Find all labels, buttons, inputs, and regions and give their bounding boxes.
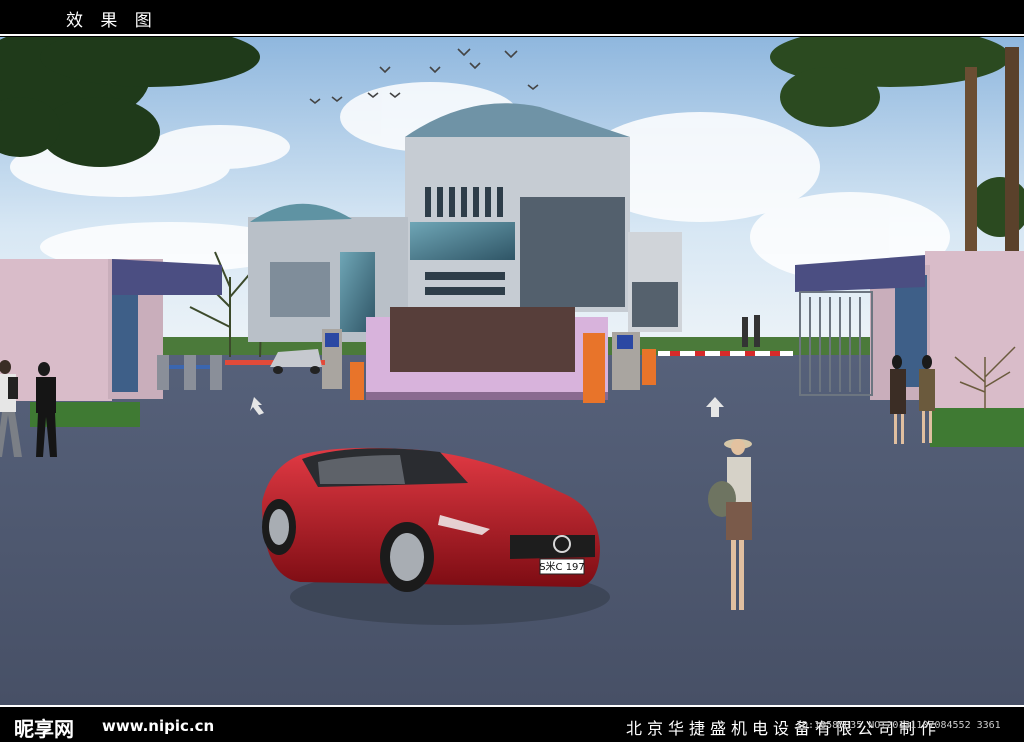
watermark-url[interactable]: www.nipic.cn <box>102 717 214 735</box>
bottom-divider <box>0 705 1024 707</box>
lawn-right <box>930 407 1024 447</box>
center-wall <box>366 307 608 400</box>
top-divider <box>0 34 1024 36</box>
main-building <box>405 103 630 312</box>
right-tree-trunk <box>965 67 977 252</box>
bottom-bar: 昵享网 www.nipic.cn 北京华捷盛机电设备有限公司制作 ID:1058… <box>0 708 1024 741</box>
license-plate-text: S米C 197 <box>539 560 585 573</box>
top-bar: 效 果 图 <box>0 0 1024 34</box>
license-plate: S米C 197 <box>539 558 585 575</box>
image-id: ID:10585035 NO:20131107084552 3361 <box>796 720 1001 731</box>
page-title: 效 果 图 <box>66 11 158 31</box>
right-tree-trunk-2 <box>1005 47 1019 252</box>
right-building <box>628 232 682 332</box>
rendering-frame: 效 果 图 S米C 197 昵享网 www.nipic.cn 北京华捷盛机电设备… <box>0 0 1024 741</box>
turnstiles-left <box>157 355 222 390</box>
watermark-logo: 昵享网 <box>14 717 74 741</box>
gate-entrance-scene: S米C 197 <box>0 37 1024 705</box>
